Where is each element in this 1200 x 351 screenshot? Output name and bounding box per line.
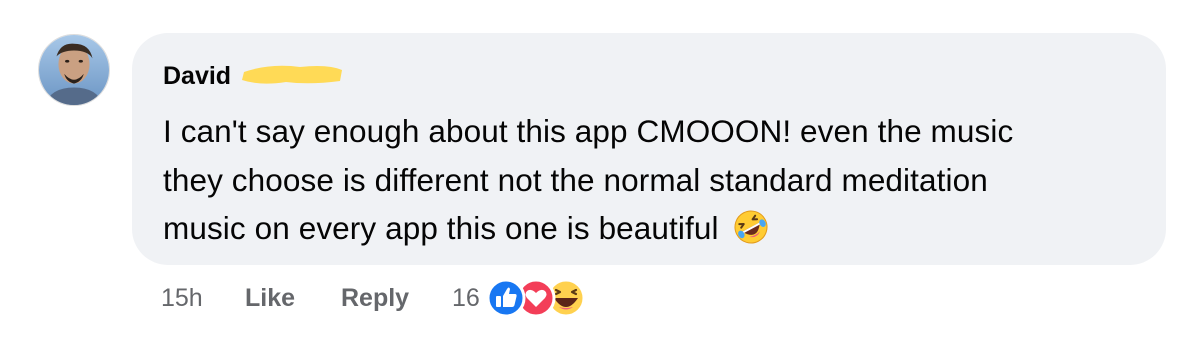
reaction-summary[interactable] bbox=[484, 276, 594, 320]
comment-text: I can't say enough about this app CMOOON… bbox=[163, 107, 1153, 253]
redaction-highlight bbox=[242, 65, 342, 84]
avatar[interactable] bbox=[38, 34, 110, 106]
comment-author-name[interactable]: David bbox=[163, 59, 231, 93]
comment-line-last: music on every app this one is beautiful bbox=[163, 204, 1153, 253]
like-button[interactable]: Like bbox=[245, 280, 295, 316]
comment-timestamp[interactable]: 15h bbox=[161, 280, 203, 316]
comment-line: I can't say enough about this app CMOOON… bbox=[163, 113, 1014, 149]
comment-line: they choose is different not the normal … bbox=[163, 161, 988, 198]
rolling-on-the-floor-laughing-icon bbox=[733, 209, 769, 245]
comment-actions: 15h Like Reply 16 bbox=[0, 278, 1200, 318]
comment-line-text: music on every app this one is beautiful bbox=[163, 210, 719, 246]
reaction-count[interactable]: 16 bbox=[452, 280, 480, 316]
avatar-photo bbox=[39, 35, 109, 105]
reply-button[interactable]: Reply bbox=[341, 280, 409, 316]
like-reaction-icon bbox=[486, 278, 526, 318]
